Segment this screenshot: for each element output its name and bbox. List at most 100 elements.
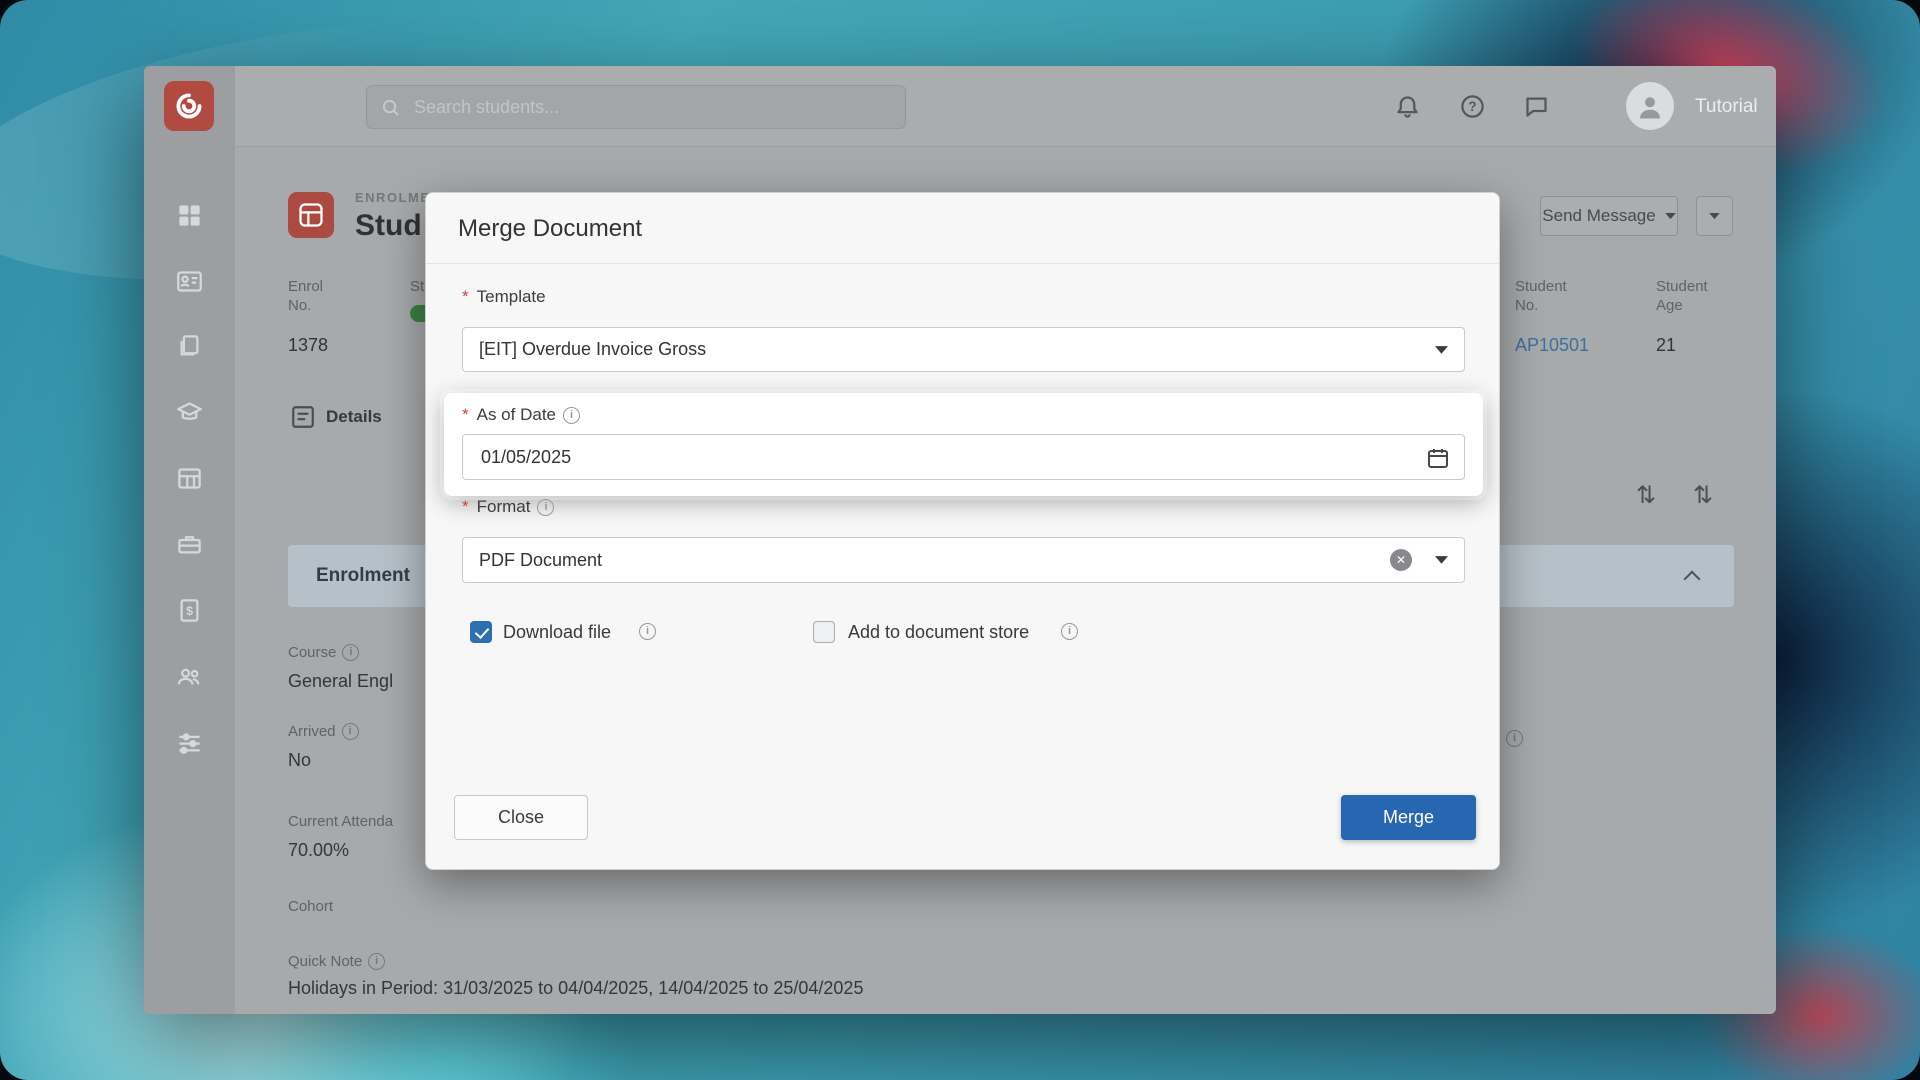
- label-line: Student: [1515, 278, 1567, 295]
- sidebar-item-contacts-card-icon[interactable]: [176, 268, 203, 295]
- required-asterisk: *: [462, 287, 469, 307]
- search-input[interactable]: [412, 96, 891, 119]
- svg-text:?: ?: [1468, 99, 1476, 114]
- as-of-date-input[interactable]: [479, 435, 1279, 479]
- app-window: ? Tutorial Admin: [144, 66, 1776, 1014]
- required-asterisk: *: [462, 405, 469, 425]
- merge-document-modal: Merge Document * Template [EIT] Overdue I…: [425, 192, 1500, 870]
- layout-icon: [297, 201, 325, 229]
- label-line: No.: [1515, 297, 1538, 314]
- info-icon[interactable]: [639, 623, 656, 640]
- label-text: Template: [477, 287, 546, 307]
- chevron-down-icon: [1435, 346, 1448, 355]
- svg-text:$: $: [186, 604, 193, 618]
- notifications-bell-icon[interactable]: [1394, 93, 1421, 120]
- clear-selection-icon[interactable]: [1390, 549, 1412, 571]
- sidebar-item-courses-graduation-icon[interactable]: [176, 399, 203, 426]
- sidebar-item-staff-users-icon[interactable]: [176, 663, 203, 690]
- info-icon[interactable]: [342, 723, 359, 740]
- enrolment-module-icon: [288, 192, 334, 238]
- close-button[interactable]: Close: [454, 795, 588, 840]
- add-to-document-store-checkbox[interactable]: [813, 621, 835, 643]
- chat-icon[interactable]: [1523, 93, 1550, 120]
- modal-header: Merge Document: [426, 193, 1499, 264]
- help-icon[interactable]: ?: [1459, 93, 1486, 120]
- field-value-quick-note: Holidays in Period: 31/03/2025 to 04/04/…: [288, 978, 863, 999]
- sidebar-item-dashboard-grid-icon[interactable]: [176, 202, 203, 229]
- student-no-link[interactable]: AP10501: [1515, 335, 1589, 356]
- app-logo[interactable]: [164, 81, 214, 131]
- info-icon[interactable]: [563, 407, 580, 424]
- field-label-quick-note: Quick Note: [288, 953, 385, 970]
- chevron-down-icon: [1709, 213, 1720, 220]
- field-label-attendance: Current Attenda: [288, 813, 393, 830]
- sidebar-item-invoice-icon[interactable]: $: [176, 597, 203, 624]
- sort-rows-icon[interactable]: [1629, 478, 1663, 514]
- label-line: Student: [1656, 278, 1708, 295]
- search-box[interactable]: [366, 85, 906, 129]
- page-title: Stud: [355, 209, 422, 243]
- sidebar-item-settings-sliders-icon[interactable]: [176, 729, 203, 756]
- details-tab-icon: [290, 404, 316, 430]
- template-select-value: [EIT] Overdue Invoice Gross: [479, 328, 706, 371]
- label-text: Quick Note: [288, 953, 362, 970]
- enrol-no-value: 1378: [288, 335, 328, 356]
- merge-button[interactable]: Merge: [1341, 795, 1476, 840]
- field-label-course: Course: [288, 644, 359, 661]
- label-text: As of Date: [477, 405, 556, 425]
- label-text: Course: [288, 644, 336, 661]
- as-of-date-field[interactable]: [462, 434, 1465, 480]
- label-text: Format: [477, 497, 531, 517]
- required-asterisk: *: [462, 497, 469, 517]
- field-label-arrived: Arrived: [288, 723, 359, 740]
- template-label: * Template: [462, 287, 546, 307]
- modal-title: Merge Document: [458, 193, 642, 264]
- add-to-document-store-label: Add to document store: [848, 622, 1029, 643]
- summary-label: Student Age: [1656, 277, 1708, 315]
- student-age-value: 21: [1656, 335, 1676, 356]
- info-icon[interactable]: [368, 953, 385, 970]
- field-value-attendance: 70.00%: [288, 840, 349, 861]
- user-name[interactable]: Tutorial Admin: [1695, 66, 1776, 147]
- send-message-label: Send Message: [1542, 206, 1655, 226]
- format-select[interactable]: PDF Document: [462, 537, 1465, 583]
- label-text: Current Attenda: [288, 813, 393, 830]
- app-logo-swirl-icon: [172, 89, 206, 123]
- section-title: Enrolment: [316, 545, 410, 607]
- avatar[interactable]: [1626, 82, 1674, 130]
- label-line: Enrol: [288, 278, 323, 295]
- download-file-label: Download file: [503, 622, 611, 643]
- sidebar-item-documents-icon[interactable]: [176, 333, 203, 360]
- calendar-icon[interactable]: [1426, 446, 1450, 470]
- send-message-button[interactable]: Send Message: [1540, 196, 1678, 236]
- chevron-down-icon: [1665, 213, 1676, 220]
- info-icon[interactable]: [1061, 623, 1078, 640]
- format-label: * Format: [462, 497, 554, 517]
- as-of-date-label: * As of Date: [462, 405, 580, 425]
- person-icon: [1635, 91, 1665, 121]
- template-select[interactable]: [EIT] Overdue Invoice Gross: [462, 327, 1465, 372]
- info-icon[interactable]: [537, 499, 554, 516]
- field-value-course: General Engl: [288, 671, 393, 692]
- label-line: No.: [288, 297, 311, 314]
- summary-label: Student No.: [1515, 277, 1567, 315]
- reorder-rows-icon[interactable]: [1686, 478, 1720, 514]
- topbar: ? Tutorial Admin: [235, 66, 1776, 147]
- sidebar: $: [144, 66, 235, 1014]
- search-icon: [381, 98, 400, 117]
- summary-label-clipped: St: [410, 277, 424, 296]
- more-actions-dropdown-button[interactable]: [1696, 196, 1733, 236]
- label-text: Cohort: [288, 898, 333, 915]
- info-icon[interactable]: [1506, 730, 1523, 747]
- info-icon[interactable]: [342, 644, 359, 661]
- as-of-date-spotlight: * As of Date: [444, 393, 1483, 496]
- sidebar-item-table-icon[interactable]: [176, 465, 203, 492]
- chevron-down-icon: [1435, 556, 1448, 565]
- field-label-cohort: Cohort: [288, 898, 333, 915]
- collapse-chevron-icon[interactable]: [1684, 571, 1701, 588]
- field-value-arrived: No: [288, 750, 311, 771]
- tab-details[interactable]: Details: [326, 407, 382, 427]
- format-select-value: PDF Document: [479, 538, 602, 582]
- download-file-checkbox[interactable]: [470, 621, 492, 643]
- sidebar-item-briefcase-icon[interactable]: [176, 531, 203, 558]
